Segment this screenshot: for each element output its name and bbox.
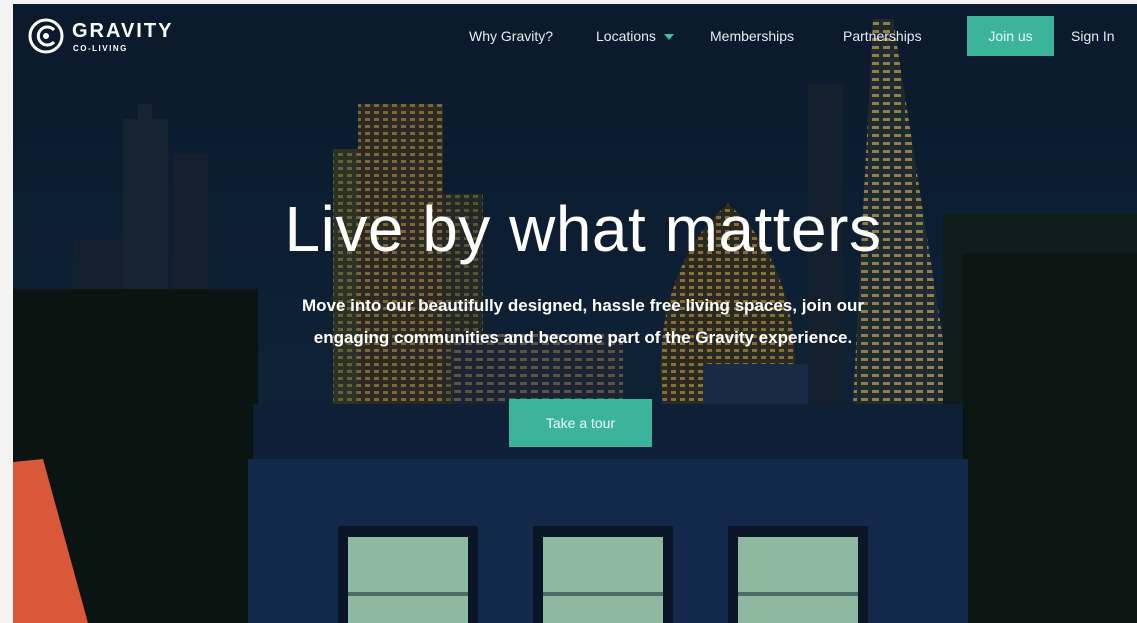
nav-partnerships[interactable]: Partnerships <box>843 28 922 44</box>
hero-section: GRAVITY CO-LIVING Why Gravity? Locations… <box>13 4 1137 623</box>
nav-locations-label: Locations <box>596 28 656 44</box>
sign-in-link[interactable]: Sign In <box>1071 28 1115 44</box>
caret-down-icon <box>663 34 674 41</box>
take-a-tour-button[interactable]: Take a tour <box>509 399 652 447</box>
join-us-button[interactable]: Join us <box>967 16 1054 56</box>
hero-headline: Live by what matters <box>284 193 882 265</box>
hero-subtitle-line-1: Move into our beautifully designed, hass… <box>301 296 865 315</box>
brand-logo[interactable]: GRAVITY CO-LIVING <box>27 17 187 57</box>
brand-tagline: CO-LIVING <box>73 44 128 53</box>
brand-name: GRAVITY <box>72 20 174 42</box>
hero-subtitle-line-2: engaging communities and become part of … <box>313 328 853 347</box>
gravity-logo-icon <box>28 18 64 54</box>
nav-why-gravity[interactable]: Why Gravity? <box>469 28 553 44</box>
top-navigation: GRAVITY CO-LIVING Why Gravity? Locations… <box>13 4 1137 68</box>
nav-memberships[interactable]: Memberships <box>710 28 794 44</box>
nav-locations[interactable]: Locations <box>596 28 674 44</box>
